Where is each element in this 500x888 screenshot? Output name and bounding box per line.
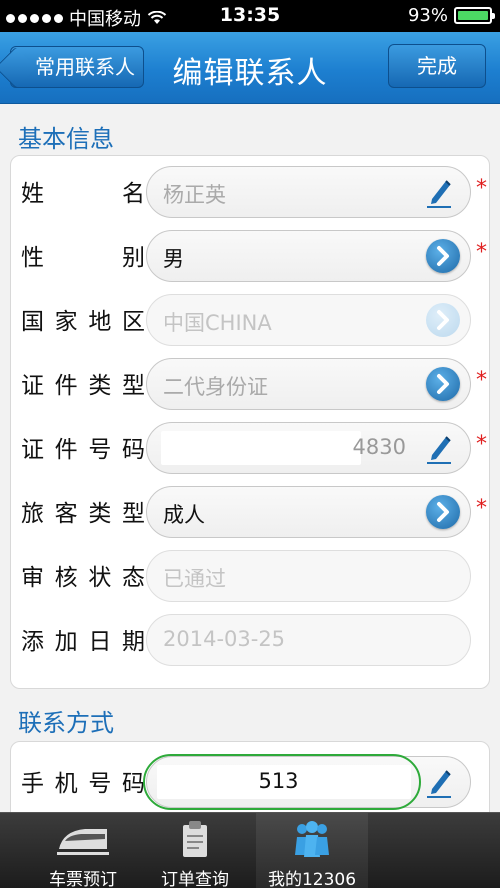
people-icon — [295, 821, 329, 857]
review-status-row: 审核状态 已通过 — [11, 544, 491, 606]
name-label: 姓名 — [21, 181, 145, 207]
done-button[interactable]: 完成 — [388, 44, 486, 88]
battery-icon — [454, 7, 495, 24]
required-mark: * — [476, 240, 487, 265]
passenger-type-label: 旅客类型 — [21, 501, 145, 527]
country-value: 中国CHINA — [163, 311, 272, 335]
tab-label: 我的12306 — [267, 870, 357, 888]
id-number-field[interactable]: 4830 — [146, 422, 471, 474]
passenger-type-select[interactable]: 成人 — [146, 486, 471, 538]
chevron-right-icon[interactable] — [426, 239, 460, 273]
id-type-label: 证件类型 — [21, 373, 145, 399]
review-status-field: 已通过 — [146, 550, 471, 602]
passenger-type-row: 旅客类型 成人 * — [11, 480, 491, 542]
date-added-row: 添加日期 2014-03-25 — [11, 608, 491, 670]
battery-percent: 93% — [407, 5, 448, 26]
section-header-contact: 联系方式 — [18, 709, 114, 737]
country-label: 国家地区 — [21, 309, 145, 335]
id-number-label: 证件号码 — [21, 437, 145, 463]
status-bar: 中国移动 13:35 93% — [0, 0, 500, 32]
id-number-row: 证件号码 4830 * — [11, 416, 491, 478]
section-header-basic: 基本信息 — [18, 125, 114, 153]
form-content[interactable]: 基本信息 姓名 杨正英 * 性别 男 * 国家地区 中国CHINA 证件类型 二… — [0, 105, 500, 812]
basic-info-card: 姓名 杨正英 * 性别 男 * 国家地区 中国CHINA 证件类型 二代身份证 … — [10, 155, 490, 689]
country-row: 国家地区 中国CHINA — [11, 288, 491, 350]
tab-order-query[interactable]: 订单查询 — [139, 813, 251, 888]
gender-row: 性别 男 * — [11, 224, 491, 286]
date-added-value: 2014-03-25 — [163, 627, 286, 651]
id-type-value: 二代身份证 — [163, 375, 268, 399]
navigation-bar: 常用联系人 编辑联系人 完成 — [0, 32, 500, 104]
redacted-block — [161, 431, 361, 465]
pencil-icon[interactable] — [422, 175, 456, 209]
gender-value: 男 — [163, 247, 184, 271]
id-type-row: 证件类型 二代身份证 * — [11, 352, 491, 414]
chevron-right-icon[interactable] — [426, 495, 460, 529]
required-mark: * — [476, 176, 487, 201]
required-mark: * — [476, 368, 487, 393]
tab-label: 车票预订 — [49, 870, 117, 888]
train-icon — [57, 829, 109, 855]
chevron-right-icon[interactable] — [426, 367, 460, 401]
phone-label: 手机号码 — [21, 771, 145, 797]
gender-select[interactable]: 男 — [146, 230, 471, 282]
date-added-field: 2014-03-25 — [146, 614, 471, 666]
chevron-right-icon — [426, 303, 460, 337]
name-value: 杨正英 — [163, 183, 226, 207]
name-field[interactable]: 杨正英 — [146, 166, 471, 218]
name-row: 姓名 杨正英 * — [11, 160, 491, 222]
tab-my-12306[interactable]: 我的12306 — [256, 813, 368, 888]
gender-label: 性别 — [21, 245, 145, 271]
phone-value: 513 — [258, 769, 299, 793]
review-status-value: 已通过 — [163, 567, 226, 591]
date-added-label: 添加日期 — [21, 629, 145, 655]
tab-ticket-booking[interactable]: 车票预订 — [27, 813, 139, 888]
id-type-select[interactable]: 二代身份证 — [146, 358, 471, 410]
id-number-value: 4830 — [352, 435, 406, 459]
phone-row: 手机号码 513 — [11, 750, 491, 812]
country-select: 中国CHINA — [146, 294, 471, 346]
tab-bar: 车票预订 订单查询 我的12306 — [0, 812, 500, 888]
required-mark: * — [476, 432, 487, 457]
review-status-label: 审核状态 — [21, 565, 145, 591]
phone-field[interactable]: 513 — [143, 754, 471, 810]
required-mark: * — [476, 496, 487, 521]
tab-label: 订单查询 — [161, 870, 229, 888]
passenger-type-value: 成人 — [163, 503, 205, 527]
clipboard-icon — [183, 821, 207, 857]
pencil-icon[interactable] — [422, 765, 456, 799]
contact-card: 手机号码 513 — [10, 741, 490, 812]
pencil-icon[interactable] — [422, 431, 456, 465]
